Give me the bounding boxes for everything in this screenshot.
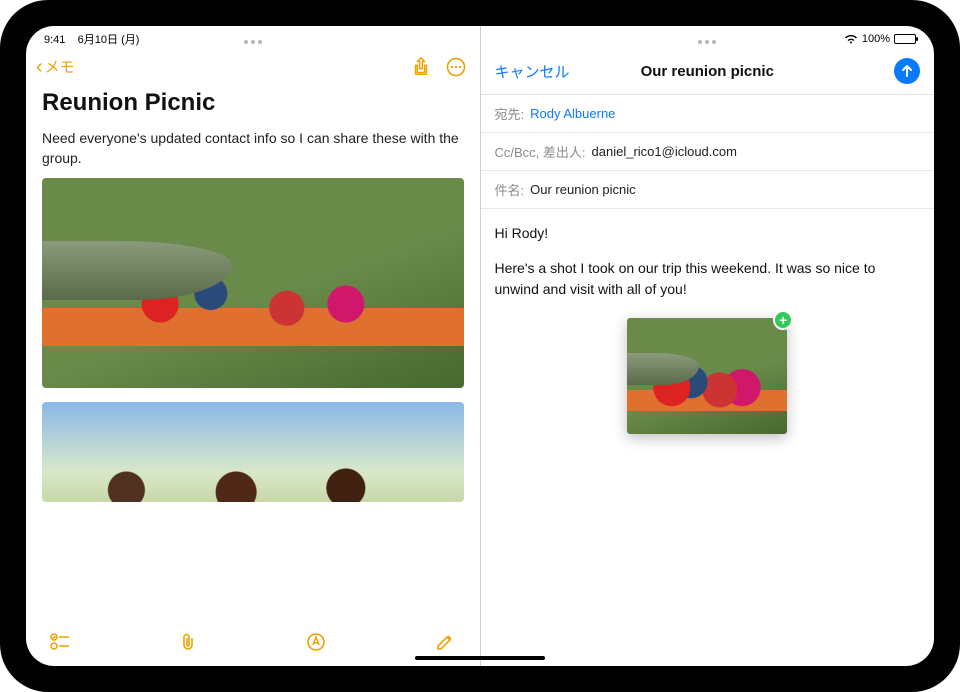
cc-value: daniel_rico1@icloud.com xyxy=(592,144,737,159)
mail-navbar: キャンセル Our reunion picnic xyxy=(481,48,935,94)
mail-body-text: Here's a shot I took on our trip this we… xyxy=(495,258,921,300)
status-time: 9:41 xyxy=(44,34,65,46)
notes-navbar: ‹ メモ xyxy=(26,48,480,83)
chevron-left-icon: ‹ xyxy=(36,57,43,77)
checklist-button[interactable] xyxy=(50,633,70,651)
more-button[interactable] xyxy=(446,57,466,77)
add-badge-icon: + xyxy=(773,310,793,330)
wifi-icon xyxy=(844,34,858,44)
subject-field[interactable]: 件名: Our reunion picnic xyxy=(481,171,935,209)
to-value[interactable]: Rody Albuerne xyxy=(530,106,615,121)
dragged-photo-wrap: + xyxy=(495,318,921,434)
note-body-text: Need everyone's updated contact info so … xyxy=(42,129,464,168)
screen: 9:41 6月10日 (月) 100% ‹ xyxy=(26,26,934,666)
cc-bcc-from-field[interactable]: Cc/Bcc, 差出人: daniel_rico1@icloud.com xyxy=(481,133,935,171)
share-button[interactable] xyxy=(412,57,430,77)
status-left: 9:41 6月10日 (月) xyxy=(44,31,139,47)
home-indicator[interactable] xyxy=(415,656,545,660)
battery-pct: 100% xyxy=(862,33,890,45)
markup-button[interactable] xyxy=(306,632,326,652)
subject-value: Our reunion picnic xyxy=(530,182,636,197)
note-photo-1[interactable] xyxy=(42,178,464,388)
mail-pane: キャンセル Our reunion picnic 宛先: Rody Albuer… xyxy=(481,26,935,666)
note-photo-2[interactable] xyxy=(42,402,464,502)
dragged-photo-thumbnail[interactable] xyxy=(627,318,787,434)
mail-title: Our reunion picnic xyxy=(641,63,774,80)
notes-back-label: メモ xyxy=(45,56,75,77)
send-button[interactable] xyxy=(894,58,920,84)
to-field[interactable]: 宛先: Rody Albuerne xyxy=(481,95,935,133)
subject-label: 件名: xyxy=(495,180,525,199)
notes-back-button[interactable]: ‹ メモ xyxy=(36,56,75,77)
note-title: Reunion Picnic xyxy=(42,89,464,117)
status-right: 100% xyxy=(844,33,916,45)
battery-icon xyxy=(894,34,916,44)
attachment-button[interactable] xyxy=(179,632,197,652)
status-date: 6月10日 (月) xyxy=(78,34,140,46)
mail-body[interactable]: Hi Rody! Here's a shot I took on our tri… xyxy=(481,209,935,448)
to-label: 宛先: xyxy=(495,104,525,123)
mail-greeting: Hi Rody! xyxy=(495,223,921,244)
cancel-button[interactable]: キャンセル xyxy=(495,61,570,82)
status-bar: 9:41 6月10日 (月) 100% xyxy=(26,26,934,48)
notes-content[interactable]: Reunion Picnic Need everyone's updated c… xyxy=(26,83,480,622)
cc-label: Cc/Bcc, 差出人: xyxy=(495,142,586,161)
compose-button[interactable] xyxy=(435,632,455,652)
mail-header-fields: 宛先: Rody Albuerne Cc/Bcc, 差出人: daniel_ri… xyxy=(481,94,935,209)
ipad-frame: 9:41 6月10日 (月) 100% ‹ xyxy=(0,0,960,692)
notes-pane: ‹ メモ Reunion Picnic Need everyone's upda… xyxy=(26,26,480,666)
notes-toolbar xyxy=(26,622,480,666)
